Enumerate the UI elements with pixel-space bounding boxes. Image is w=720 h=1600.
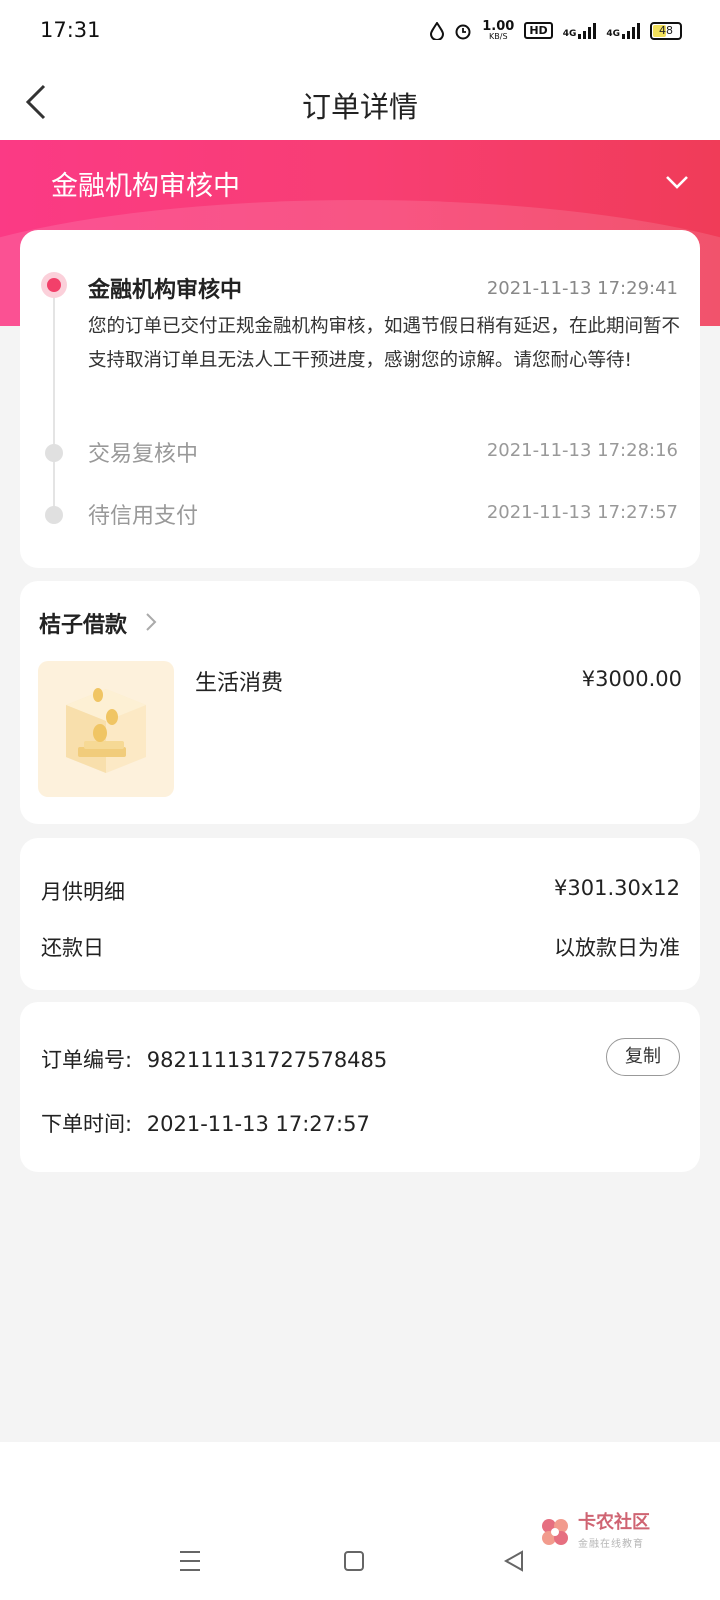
- order-number-value: 982111131727578485: [146, 1048, 388, 1072]
- status-time: 17:31: [40, 18, 101, 42]
- product-category: 生活消费: [195, 671, 284, 696]
- order-info-card: 订单编号: 982111131727578485 复制 下单时间: 2021-1…: [20, 1002, 700, 1172]
- order-time-row: 下单时间: 2021-11-13 17:27:57: [41, 1108, 370, 1138]
- status-bar: 17:31 1.00 KB/S HD 4G 4G 48: [0, 0, 720, 62]
- copy-button[interactable]: 复制: [606, 1038, 680, 1076]
- bottom-area: 卡农社区 金融在线教育: [0, 1442, 720, 1600]
- timeline-step-time: 2021-11-13 17:27:57: [486, 502, 678, 523]
- watermark: 卡农社区 金融在线教育: [538, 1514, 650, 1550]
- hd-icon: HD: [524, 22, 553, 39]
- watermark-title: 卡农社区: [578, 1512, 650, 1533]
- back-triangle-icon[interactable]: [502, 1546, 526, 1576]
- timeline-card: 金融机构审核中 2021-11-13 17:29:41 您的订单已交付正规金融机…: [20, 230, 700, 568]
- order-time-label: 下单时间:: [41, 1112, 133, 1136]
- coin-box-icon: [66, 688, 146, 773]
- monthly-value: ¥301.30x12: [554, 876, 680, 900]
- order-number-row: 订单编号: 982111131727578485: [41, 1044, 387, 1074]
- signal-4g-icon-2: 4G: [606, 22, 640, 39]
- merchant-link[interactable]: 桔子借款: [39, 607, 127, 639]
- menu-icon[interactable]: [178, 1546, 202, 1576]
- chevron-down-icon[interactable]: [664, 172, 690, 192]
- page-title: 订单详情: [301, 90, 418, 124]
- timeline-dot: [45, 444, 63, 462]
- due-date-label: 还款日: [41, 936, 104, 960]
- speed-unit: KB/S: [489, 32, 508, 41]
- timeline-step-time: 2021-11-13 17:29:41: [486, 278, 678, 299]
- timeline-step-title: 交易复核中: [88, 442, 199, 467]
- timeline-dot-active: [41, 272, 67, 298]
- network-speed: 1.00 KB/S: [482, 20, 514, 41]
- product-card: 桔子借款 生活消费 ¥3000.00: [20, 581, 700, 824]
- battery-level: 48: [659, 23, 673, 37]
- timeline-line: [53, 285, 55, 507]
- timeline-step-time: 2021-11-13 17:28:16: [486, 440, 678, 461]
- net-type-1: 4G: [562, 28, 577, 39]
- order-time-value: 2021-11-13 17:27:57: [146, 1112, 370, 1136]
- repayment-card: 月供明细 ¥301.30x12 还款日 以放款日为准: [20, 838, 700, 990]
- status-icons: 1.00 KB/S HD 4G 4G 48: [430, 20, 682, 41]
- monthly-label: 月供明细: [41, 880, 125, 904]
- watermark-subtitle: 金融在线教育: [578, 1539, 644, 1550]
- water-drop-icon: [430, 21, 445, 40]
- timeline-step-title: 待信用支付: [88, 504, 199, 529]
- product-image: [38, 661, 174, 797]
- watermark-logo-icon: [542, 1519, 568, 1545]
- battery-icon: 48: [650, 21, 682, 40]
- product-price: ¥3000.00: [581, 667, 682, 691]
- timeline-step-title: 金融机构审核中: [88, 278, 243, 303]
- net-type-2: 4G: [606, 28, 620, 39]
- due-date-value: 以放款日为准: [554, 936, 680, 960]
- order-number-label: 订单编号:: [41, 1048, 133, 1072]
- alarm-icon: [455, 24, 471, 39]
- banner-status-title: 金融机构审核中: [51, 171, 240, 202]
- chevron-right-icon[interactable]: [144, 611, 158, 633]
- timeline-dot: [45, 506, 63, 524]
- timeline-step-desc: 您的订单已交付正规金融机构审核，如遇节假日稍有延迟，在此期间暂不支持取消订单且无…: [88, 316, 681, 371]
- nav-bar: 订单详情: [0, 62, 720, 140]
- home-square-icon[interactable]: [342, 1546, 366, 1576]
- signal-4g-icon: 4G: [562, 22, 597, 39]
